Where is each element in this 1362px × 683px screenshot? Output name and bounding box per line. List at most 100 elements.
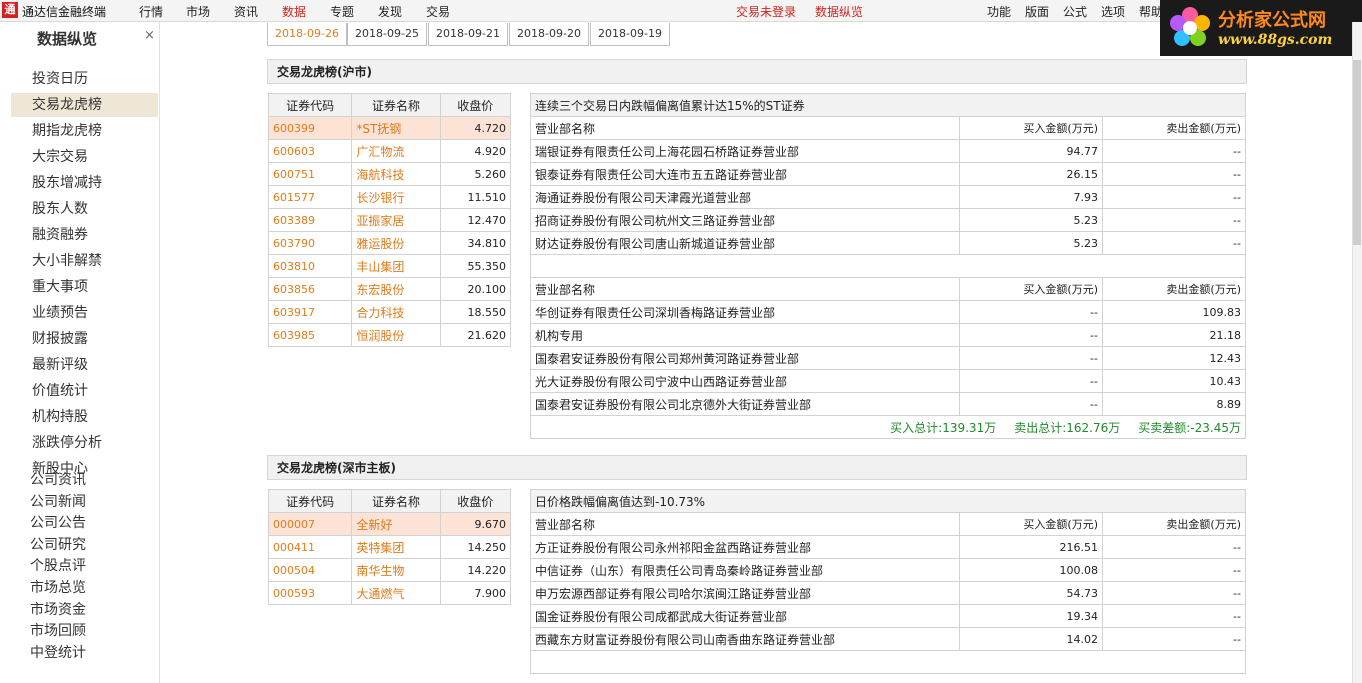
table-row[interactable]: 海通证券股份有限公司天津霞光道营业部 7.93 -- — [530, 185, 1246, 209]
stock-name[interactable]: 合力科技 — [351, 300, 441, 324]
menu-item-data[interactable]: 数据 — [282, 3, 306, 20]
stock-code[interactable]: 000593 — [267, 581, 353, 605]
table-row[interactable]: 600603 广汇物流 4.920 — [267, 139, 512, 163]
column-header[interactable]: 证券名称 — [351, 93, 441, 117]
sidebar-item[interactable]: 公司资讯 — [11, 468, 158, 492]
sidebar-item[interactable]: 公司研究 — [11, 533, 158, 557]
column-header[interactable]: 收盘价 — [439, 93, 512, 117]
sidebar-item[interactable]: 期指龙虎榜 — [11, 119, 158, 143]
scrollbar-thumb[interactable] — [1353, 60, 1361, 245]
table-row[interactable]: 瑞银证券有限责任公司上海花园石桥路证券营业部 94.77 -- — [530, 139, 1246, 163]
column-header[interactable]: 证券代码 — [267, 93, 353, 117]
table-row[interactable]: 方正证券股份有限公司永州祁阳金盆西路证券营业部 216.51 -- — [530, 535, 1246, 559]
table-row[interactable]: 000593 大通燃气 7.900 — [267, 581, 512, 605]
table-row[interactable]: 603856 东宏股份 20.100 — [267, 277, 512, 301]
table-row[interactable]: 000504 南华生物 14.220 — [267, 558, 512, 582]
sidebar-item[interactable]: 市场回顾 — [11, 619, 158, 643]
sidebar-item[interactable]: 交易龙虎榜 — [11, 93, 158, 117]
table-row[interactable]: 603985 恒润股份 21.620 — [267, 323, 512, 347]
date-tab[interactable]: 2018-09-21 — [428, 23, 508, 46]
table-row[interactable]: 603810 丰山集团 55.350 — [267, 254, 512, 278]
stock-name[interactable]: *ST抚钢 — [351, 116, 441, 140]
menu-item-topics[interactable]: 专题 — [330, 3, 354, 20]
table-row[interactable]: 600399 *ST抚钢 4.720 — [267, 116, 512, 140]
sidebar-item[interactable]: 股东增减持 — [11, 171, 158, 195]
column-header[interactable]: 证券名称 — [351, 489, 441, 513]
stock-code[interactable]: 600751 — [267, 162, 353, 186]
stock-code[interactable]: 600603 — [267, 139, 353, 163]
table-row[interactable]: 000007 全新好 9.670 — [267, 512, 512, 536]
menu-item-layout[interactable]: 版面 — [1025, 3, 1049, 20]
stock-name[interactable]: 恒润股份 — [351, 323, 441, 347]
table-row[interactable]: 招商证券股份有限公司杭州文三路证券营业部 5.23 -- — [530, 208, 1246, 232]
sidebar-item[interactable]: 涨跌停分析 — [11, 431, 158, 455]
data-overview-link[interactable]: 数据纵览 — [815, 3, 863, 20]
date-tab[interactable]: 2018-09-25 — [347, 23, 427, 46]
table-row[interactable]: 华创证券有限责任公司深圳香梅路证券营业部 -- 109.83 — [530, 300, 1246, 324]
date-tab[interactable]: 2018-09-19 — [590, 23, 670, 46]
sidebar-item[interactable]: 中登统计 — [11, 641, 158, 665]
date-tab[interactable]: 2018-09-20 — [509, 23, 589, 46]
sidebar-item[interactable]: 价值统计 — [11, 379, 158, 403]
table-row[interactable]: 国泰君安证券股份有限公司北京德外大街证券营业部 -- 8.89 — [530, 392, 1246, 416]
table-row[interactable]: 光大证券股份有限公司宁波中山西路证券营业部 -- 10.43 — [530, 369, 1246, 393]
column-header[interactable]: 收盘价 — [439, 489, 512, 513]
column-header[interactable]: 证券代码 — [267, 489, 353, 513]
sidebar-item[interactable]: 市场总览 — [11, 576, 158, 600]
menu-item-options[interactable]: 选项 — [1101, 3, 1125, 20]
sidebar-item[interactable]: 投资日历 — [11, 67, 158, 91]
table-row[interactable]: 601577 长沙银行 11.510 — [267, 185, 512, 209]
stock-code[interactable]: 603856 — [267, 277, 353, 301]
table-row[interactable]: 603790 雅运股份 34.810 — [267, 231, 512, 255]
stock-name[interactable]: 英特集团 — [351, 535, 441, 559]
stock-name[interactable]: 长沙银行 — [351, 185, 441, 209]
sidebar-item[interactable]: 公司公告 — [11, 511, 158, 535]
table-row[interactable]: 000411 英特集团 14.250 — [267, 535, 512, 559]
stock-code[interactable]: 000411 — [267, 535, 353, 559]
menu-item-news[interactable]: 资讯 — [234, 3, 258, 20]
stock-code[interactable]: 603790 — [267, 231, 353, 255]
stock-code[interactable]: 603810 — [267, 254, 353, 278]
table-row[interactable]: 财达证券股份有限公司唐山新城道证券营业部 5.23 -- — [530, 231, 1246, 255]
date-tab[interactable]: 2018-09-26 — [267, 23, 347, 46]
sidebar-item[interactable]: 融资融券 — [11, 223, 158, 247]
stock-code[interactable]: 000007 — [267, 512, 353, 536]
stock-code[interactable]: 603389 — [267, 208, 353, 232]
sidebar-item[interactable]: 最新评级 — [11, 353, 158, 377]
table-row[interactable]: 中信证券（山东）有限责任公司青岛秦岭路证券营业部 100.08 -- — [530, 558, 1246, 582]
menu-item-discover[interactable]: 发现 — [378, 3, 402, 20]
menu-item-trade[interactable]: 交易 — [426, 3, 450, 20]
table-row[interactable]: 国泰君安证券股份有限公司郑州黄河路证券营业部 -- 12.43 — [530, 346, 1246, 370]
table-row[interactable]: 国金证券股份有限公司成都武成大街证券营业部 19.34 -- — [530, 604, 1246, 628]
close-icon[interactable]: × — [144, 28, 155, 43]
stock-name[interactable]: 广汇物流 — [351, 139, 441, 163]
sidebar-item[interactable]: 市场资金 — [11, 598, 158, 622]
menu-item-formula[interactable]: 公式 — [1063, 3, 1087, 20]
menu-item-functions[interactable]: 功能 — [987, 3, 1011, 20]
table-row[interactable]: 机构专用 -- 21.18 — [530, 323, 1246, 347]
table-row[interactable]: 西藏东方财富证券股份有限公司山南香曲东路证券营业部 14.02 -- — [530, 627, 1246, 651]
menu-item-quotes[interactable]: 行情 — [139, 3, 163, 20]
stock-name[interactable]: 亚振家居 — [351, 208, 441, 232]
menu-item-market[interactable]: 市场 — [186, 3, 210, 20]
sidebar-item[interactable]: 股东人数 — [11, 197, 158, 221]
sidebar-item[interactable]: 财报披露 — [11, 327, 158, 351]
stock-name[interactable]: 全新好 — [351, 512, 441, 536]
stock-name[interactable]: 南华生物 — [351, 558, 441, 582]
stock-name[interactable]: 东宏股份 — [351, 277, 441, 301]
sidebar-item[interactable]: 大小非解禁 — [11, 249, 158, 273]
stock-code[interactable]: 600399 — [267, 116, 353, 140]
stock-code[interactable]: 603917 — [267, 300, 353, 324]
sidebar-item[interactable]: 机构持股 — [11, 405, 158, 429]
stock-name[interactable]: 大通燃气 — [351, 581, 441, 605]
stock-name[interactable]: 丰山集团 — [351, 254, 441, 278]
sidebar-item[interactable]: 业绩预告 — [11, 301, 158, 325]
stock-name[interactable]: 海航科技 — [351, 162, 441, 186]
stock-code[interactable]: 000504 — [267, 558, 353, 582]
table-row[interactable]: 申万宏源西部证券有限公司哈尔滨闽江路证券营业部 54.73 -- — [530, 581, 1246, 605]
table-row[interactable]: 603917 合力科技 18.550 — [267, 300, 512, 324]
sidebar-item[interactable]: 个股点评 — [11, 554, 158, 578]
stock-code[interactable]: 601577 — [267, 185, 353, 209]
sidebar-item[interactable]: 重大事项 — [11, 275, 158, 299]
sidebar-item[interactable]: 公司新闻 — [11, 490, 158, 514]
